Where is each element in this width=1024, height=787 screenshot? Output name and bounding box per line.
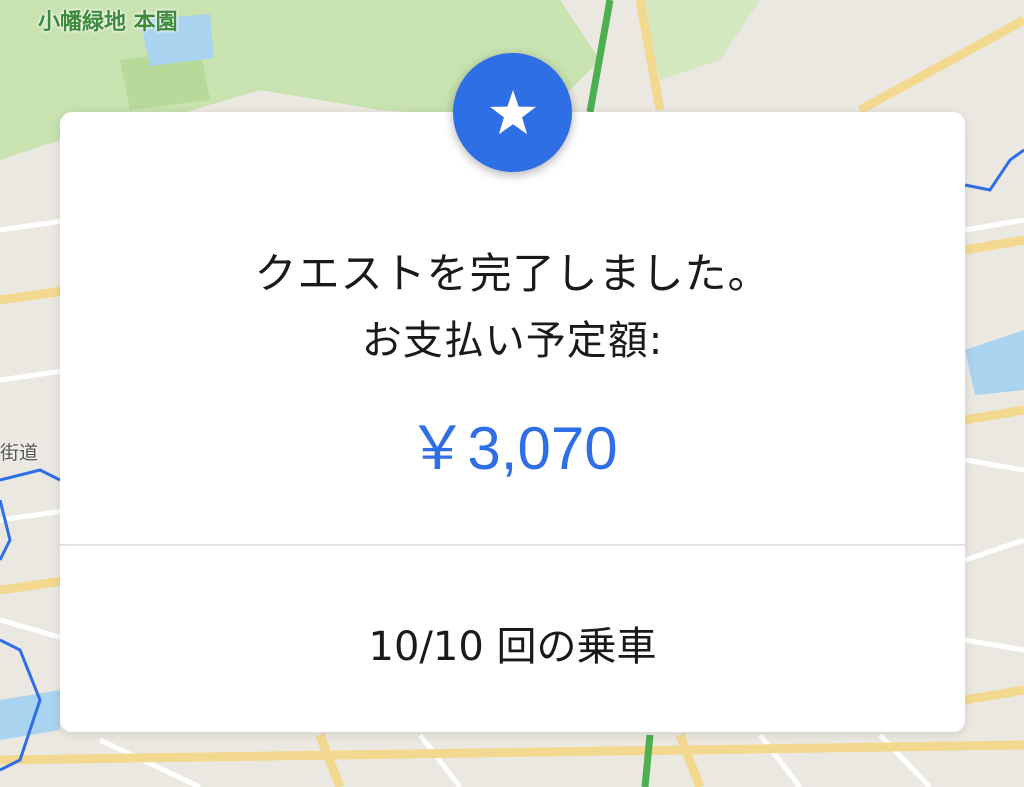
quest-complete-card: クエストを完了しました。 お支払い予定額: ￥3,070 10/10 回の乗車 [60, 112, 965, 732]
park-label: 小幡緑地 本園 [38, 10, 178, 35]
payment-label: お支払い予定額: [361, 318, 664, 364]
screen: 小幡緑地 本園 街道 クエストを完了しました。 お支払い予定額: ￥3,070 … [0, 0, 1024, 787]
quest-badge [453, 53, 572, 172]
payment-amount: ￥3,070 [407, 415, 618, 482]
star-icon [489, 89, 536, 134]
rides-summary: 10/10 回の乗車 [368, 624, 657, 670]
road-label: 街道 [0, 442, 39, 464]
card-divider [60, 544, 965, 546]
completion-message: クエストを完了しました。 [254, 249, 771, 298]
